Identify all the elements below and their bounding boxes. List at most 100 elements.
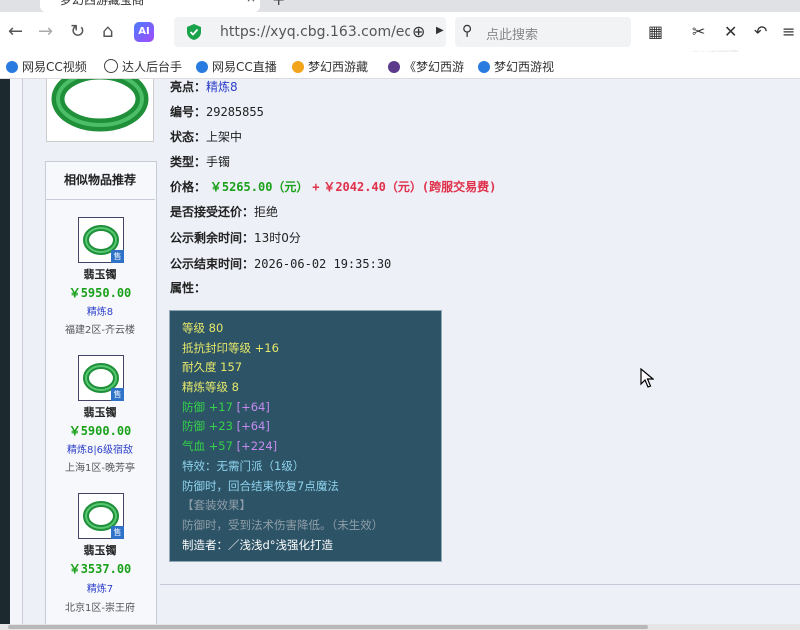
attr-defend-skill: 防御时，回合结束恢复7点魔法: [182, 479, 339, 493]
status-row: 状态：上架中: [170, 128, 242, 145]
bookmark-item[interactable]: 网易CC直播: [196, 58, 277, 75]
attributes-label: 属性：: [170, 281, 207, 295]
main-item-image[interactable]: [46, 66, 154, 142]
attr-defense-1: 防御 +17 [+64]: [182, 400, 270, 414]
attr-set-desc: 防御时，受到法术伤害降低。（未生效）: [182, 518, 384, 532]
tab-title: 梦幻西游藏宝阁: [60, 0, 145, 7]
bookmark-item[interactable]: 达人后台手: [104, 58, 182, 75]
jade-bracelet-icon: [51, 66, 149, 132]
scrollbar-thumb[interactable]: [8, 625, 648, 629]
similar-item-price: ￥5900.00: [68, 424, 132, 438]
attr-level: 等级 80: [182, 321, 224, 335]
attr-maker: 制造者：／浅浅d°浅强化打造: [182, 538, 334, 552]
tab-strip: 梦幻西游藏宝阁 × +: [0, 0, 800, 12]
zoom-icon[interactable]: ⊕: [412, 22, 425, 41]
similar-items-title: 相似物品推荐: [45, 161, 155, 200]
scissors-icon[interactable]: ✕: [724, 22, 737, 41]
url-text[interactable]: https://xyq.cbg.163.com/eq: [220, 24, 410, 40]
similar-item-price: ￥5950.00: [68, 286, 132, 300]
bookmark-item[interactable]: 梦幻西游视: [478, 58, 554, 75]
similar-item-refine: 精炼8|6级宿敌: [66, 445, 134, 456]
cc-icon: [6, 61, 18, 73]
reload-icon[interactable]: ↻: [70, 22, 85, 42]
attr-special-effect: 特效：无需门派（1级）: [182, 459, 305, 473]
sell-tag: 售: [111, 526, 124, 539]
menu-icon[interactable]: ≡: [782, 22, 795, 41]
forward-icon[interactable]: →: [38, 22, 53, 42]
similar-item-refine: 精炼8: [86, 307, 114, 318]
sell-tag: 售: [111, 388, 124, 401]
attr-seal-resist: 抵抗封印等级 +16: [182, 341, 279, 355]
counter-offer-label: 是否接受还价：: [170, 205, 255, 219]
search-icon: ⚲: [462, 23, 473, 39]
game-icon: [292, 61, 304, 73]
status-value: 上架中: [206, 130, 243, 144]
end-time-row: 公示结束时间：2026-06-02 19:35:30: [170, 255, 391, 272]
cc-icon: [196, 61, 208, 73]
bookmark-item[interactable]: 梦幻西游藏: [292, 58, 368, 75]
type-label: 类型：: [170, 155, 207, 169]
price-label: 价格：: [170, 180, 207, 194]
similar-item-server: 福建2区-齐云楼: [65, 325, 135, 336]
highlight-value: 精炼8: [206, 80, 238, 94]
attr-durability: 耐久度 157: [182, 360, 243, 374]
price-plus: +: [312, 180, 320, 194]
attr-set-effect: 【套装效果】: [182, 498, 251, 512]
left-gutter: [10, 79, 23, 624]
similar-item-name[interactable]: 翡玉镯: [45, 542, 155, 558]
remaining-time-value: 13时0分: [254, 231, 301, 245]
secure-shield-icon[interactable]: [186, 23, 202, 41]
similar-item-image[interactable]: 售: [78, 217, 124, 263]
attr-defense-2: 防御 +23 [+64]: [182, 419, 270, 433]
end-time-value: 2026-06-02 19:35:30: [254, 257, 392, 271]
bookmark-item[interactable]: 网易CC视频: [6, 58, 87, 75]
similar-item-server: 上海1区-晚芳亭: [65, 463, 135, 474]
cut-icon[interactable]: ✂: [692, 22, 705, 41]
similar-item-image[interactable]: 售: [78, 355, 124, 401]
attributes-label-row: 属性：: [170, 279, 206, 296]
highlight-row: 亮点：精炼8: [170, 78, 238, 95]
status-label: 状态：: [170, 130, 207, 144]
type-row: 类型：手镯: [170, 153, 230, 170]
attr-refine-level: 精炼等级 8: [182, 380, 239, 394]
bookmarks-bar: 网易CC视频 达人后台手 网易CC直播 梦幻西游藏 《梦幻西游 梦幻西游视: [0, 52, 800, 79]
remaining-time-label: 公示剩余时间：: [170, 231, 255, 245]
cc-icon: [478, 61, 490, 73]
tab-close-icon[interactable]: ×: [246, 0, 256, 5]
counter-offer-value: 拒绝: [254, 205, 279, 219]
similar-item-refine: 精炼7: [86, 584, 114, 595]
price-value: ￥5265.00（元）: [209, 180, 309, 194]
type-value: 手镯: [206, 155, 231, 169]
similar-item-name[interactable]: 翡玉镯: [45, 404, 155, 420]
search-box[interactable]: [455, 17, 631, 47]
section-divider: [160, 584, 800, 585]
remaining-time-row: 公示剩余时间：13时0分: [170, 229, 301, 246]
undo-icon[interactable]: ↶: [754, 22, 767, 41]
similar-item-server: 北京1区-崇王府: [65, 603, 135, 614]
id-row: 编号：29285855: [170, 103, 264, 120]
new-tab-icon[interactable]: +: [272, 0, 285, 9]
highlight-label: 亮点：: [170, 80, 207, 94]
attr-hp: 气血 +57 [+224]: [182, 439, 278, 453]
price-row: 价格： ￥5265.00（元） + ￥2042.40（元）(跨服交易费): [170, 178, 496, 195]
back-icon[interactable]: ←: [8, 22, 23, 42]
home-icon[interactable]: ⌂: [102, 22, 113, 42]
id-label: 编号：: [170, 105, 207, 119]
game-logo-icon: [388, 61, 400, 73]
url-arrow-icon[interactable]: ▶: [436, 25, 444, 36]
globe-icon: [104, 59, 118, 73]
browser-toolbar: ← → ↻ ⌂ AI https://xyq.cbg.163.com/eq ⊕ …: [0, 12, 800, 63]
similar-item-price: ￥3537.00: [68, 562, 132, 576]
left-edge: [0, 79, 10, 624]
counter-offer-row: 是否接受还价：拒绝: [170, 203, 278, 220]
search-placeholder[interactable]: 点此搜索: [486, 24, 538, 43]
id-value: 29285855: [206, 105, 264, 119]
similar-item-image[interactable]: 售: [78, 493, 124, 539]
end-time-label: 公示结束时间：: [170, 257, 255, 271]
fee-value: ￥2042.40（元）(跨服交易费): [323, 180, 497, 194]
apps-icon[interactable]: ▦: [648, 22, 663, 41]
bookmark-item[interactable]: 《梦幻西游: [388, 58, 464, 75]
ai-assistant-icon[interactable]: AI: [134, 22, 154, 42]
sell-tag: 售: [111, 250, 124, 263]
similar-item-name[interactable]: 翡玉镯: [45, 266, 155, 282]
